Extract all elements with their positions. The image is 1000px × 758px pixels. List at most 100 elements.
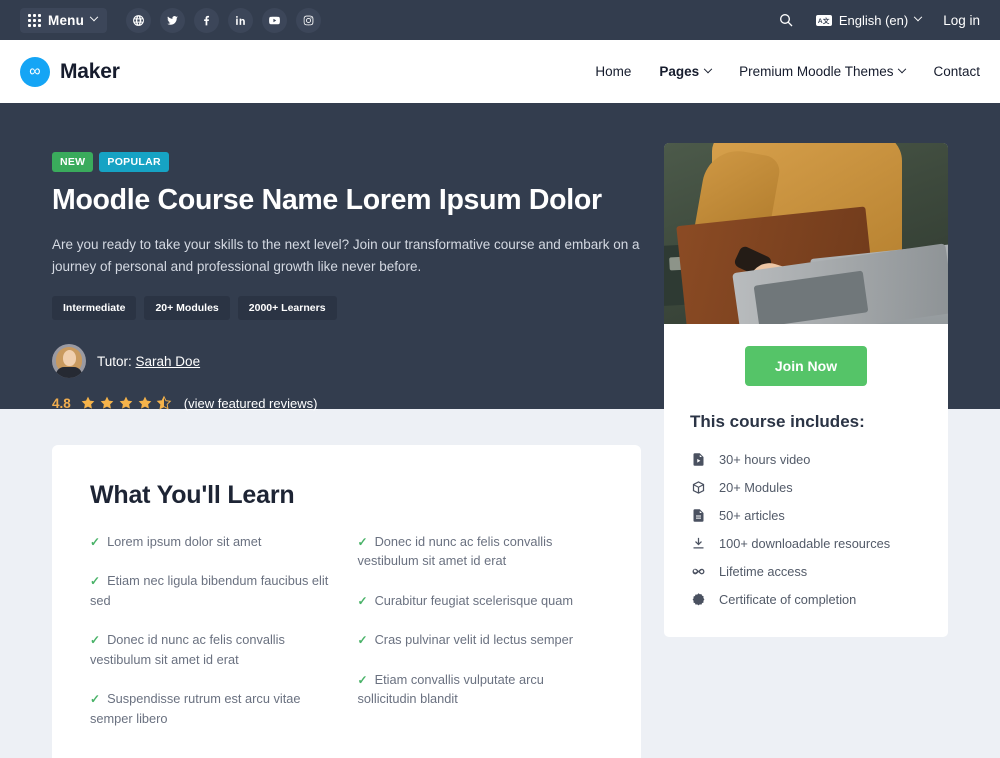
course-badges: NEW POPULAR (52, 152, 652, 172)
join-now-button[interactable]: Join Now (744, 346, 868, 386)
nav-item-pages[interactable]: Pages (659, 64, 713, 79)
star-icon-half (156, 396, 172, 411)
learn-column-left: ✓ Lorem ipsum dolor sit amet ✓ Etiam nec l… (90, 532, 336, 728)
nav-item-label: Contact (933, 64, 980, 79)
check-icon: ✓ (90, 692, 101, 707)
video-file-icon (690, 452, 707, 467)
featured-reviews-link[interactable]: (view featured reviews) (184, 396, 318, 411)
section-title: What You'll Learn (90, 481, 295, 509)
language-label: English (en) (838, 12, 909, 28)
course-sidebar-card: Join Now This course includes: 30+ hours… (664, 143, 948, 637)
learn-columns: ✓ Lorem ipsum dolor sit amet ✓ Etiam nec l… (90, 532, 603, 728)
list-item-label: Etiam nec ligula bibendum faucibus elit … (90, 573, 329, 608)
list-item-label: Curabitur feugiat scelerisque quam (374, 592, 574, 608)
page-title: Moodle Course Name Lorem Ipsum Dolor (52, 184, 602, 216)
list-item-label: Lorem ipsum dolor sit amet (107, 534, 262, 549)
list-item: 30+ hours video (690, 452, 922, 467)
nav-item-contact[interactable]: Contact (933, 64, 980, 79)
course-meta-tags: Intermediate 20+ Modules 2000+ Learners (52, 296, 652, 321)
top-utility-bar: Menu A文 English (en) Log in (0, 0, 1000, 40)
course-includes-section: This course includes: 30+ hours video 20… (664, 412, 948, 637)
infinity-logo-icon: ∞ (20, 56, 50, 87)
list-item-label: Etiam convallis vulputate arcu sollicitu… (357, 671, 544, 707)
search-icon[interactable] (778, 12, 794, 28)
topbar-right-group: A文 English (en) Log in (778, 12, 980, 28)
star-icon-full (138, 397, 152, 410)
nav-item-label: Home (595, 64, 632, 79)
list-item-label: 20+ Modules (719, 480, 793, 495)
chevron-down-icon (913, 12, 923, 22)
translate-icon: A文 (815, 14, 832, 26)
twitter-icon[interactable] (160, 7, 186, 33)
check-icon: ✓ (357, 672, 368, 687)
certificate-icon (690, 592, 707, 607)
join-cta-area: Join Now (664, 324, 948, 412)
list-item: Certificate of completion (690, 592, 922, 607)
globe-icon[interactable] (126, 7, 152, 33)
list-item: ✓ Lorem ipsum dolor sit amet (90, 532, 336, 551)
list-item: 50+ articles (690, 508, 922, 523)
what-you-will-learn-card: What You'll Learn ✓ Lorem ipsum dolor sit… (52, 445, 641, 758)
avatar (52, 344, 86, 379)
facebook-icon[interactable] (194, 7, 220, 33)
star-icon-full (100, 397, 114, 410)
check-icon: ✓ (90, 535, 101, 549)
list-item-label: Certificate of completion (719, 592, 857, 607)
instagram-icon[interactable] (296, 7, 322, 33)
box-icon (690, 480, 707, 495)
nav-item-home[interactable]: Home (595, 64, 631, 79)
login-link[interactable]: Log in (943, 13, 980, 28)
tutor-row: Tutor: Sarah Doe (52, 344, 652, 379)
learn-column-right: ✓ Donec id nunc ac felis convallis vestib… (358, 532, 604, 728)
list-item-label: 100+ downloadable resources (719, 536, 891, 551)
nav-item-label: Pages (659, 64, 700, 79)
star-icon-full (119, 397, 133, 410)
check-icon: ✓ (90, 574, 101, 589)
rating-value: 4.8 (52, 395, 71, 411)
list-item: ✓ Etiam nec ligula bibendum faucibus elit… (90, 571, 336, 610)
grid-icon (28, 13, 41, 27)
linkedin-icon[interactable] (228, 7, 254, 33)
menu-button[interactable]: Menu (20, 7, 108, 33)
tag-learners: 2000+ Learners (237, 296, 337, 321)
includes-heading: This course includes: (690, 412, 865, 431)
social-links (126, 7, 322, 33)
course-description: Are you ready to take your skills to the… (52, 236, 640, 274)
list-item-label: 30+ hours video (719, 452, 811, 467)
menu-button-label: Menu (48, 12, 85, 28)
tutor-name-link[interactable]: Sarah Doe (136, 354, 201, 369)
list-item: 20+ Modules (690, 480, 922, 495)
list-item: Lifetime access (690, 564, 922, 579)
star-rating (80, 395, 172, 411)
list-item-label: Cras pulvinar velit id lectus semper (374, 632, 573, 648)
course-image (664, 143, 948, 324)
tutor-label: Tutor: Sarah Doe (97, 354, 200, 369)
youtube-icon[interactable] (262, 7, 288, 33)
list-item: 100+ downloadable resources (690, 536, 922, 551)
list-item-label: 50+ articles (719, 508, 785, 523)
infinity-icon (690, 564, 707, 579)
document-icon (690, 508, 707, 523)
list-item: ✓ Curabitur feugiat scelerisque quam (358, 591, 604, 610)
list-item: ✓ Etiam convallis vulputate arcu sollicit… (358, 670, 604, 709)
language-selector[interactable]: A文 English (en) (815, 12, 923, 28)
nav-item-label: Premium Moodle Themes (739, 64, 894, 79)
download-icon (690, 536, 707, 551)
list-item: ✓ Suspendisse rutrum est arcu vitae sempe… (90, 689, 336, 728)
chevron-down-icon (898, 64, 907, 73)
tag-modules: 20+ Modules (144, 296, 230, 321)
brand-name: Maker (60, 59, 120, 83)
badge-popular: POPULAR (99, 152, 169, 172)
chevron-down-icon (703, 64, 713, 73)
tag-level: Intermediate (52, 296, 137, 321)
list-item-label: Suspendisse rutrum est arcu vitae semper… (90, 691, 301, 726)
nav-item-premium-moodle-themes[interactable]: Premium Moodle Themes (739, 64, 907, 79)
check-icon: ✓ (90, 633, 101, 648)
check-icon: ✓ (357, 633, 368, 648)
star-icon-full (81, 397, 95, 410)
main-navigation: Home Pages Premium Moodle Themes Contact (595, 64, 980, 79)
list-item: ✓ Donec id nunc ac felis convallis vestib… (90, 630, 336, 669)
hero-content: NEW POPULAR Moodle Course Name Lorem Ips… (52, 152, 652, 411)
check-icon: ✓ (357, 535, 368, 549)
brand-logo[interactable]: ∞ Maker (20, 56, 120, 87)
